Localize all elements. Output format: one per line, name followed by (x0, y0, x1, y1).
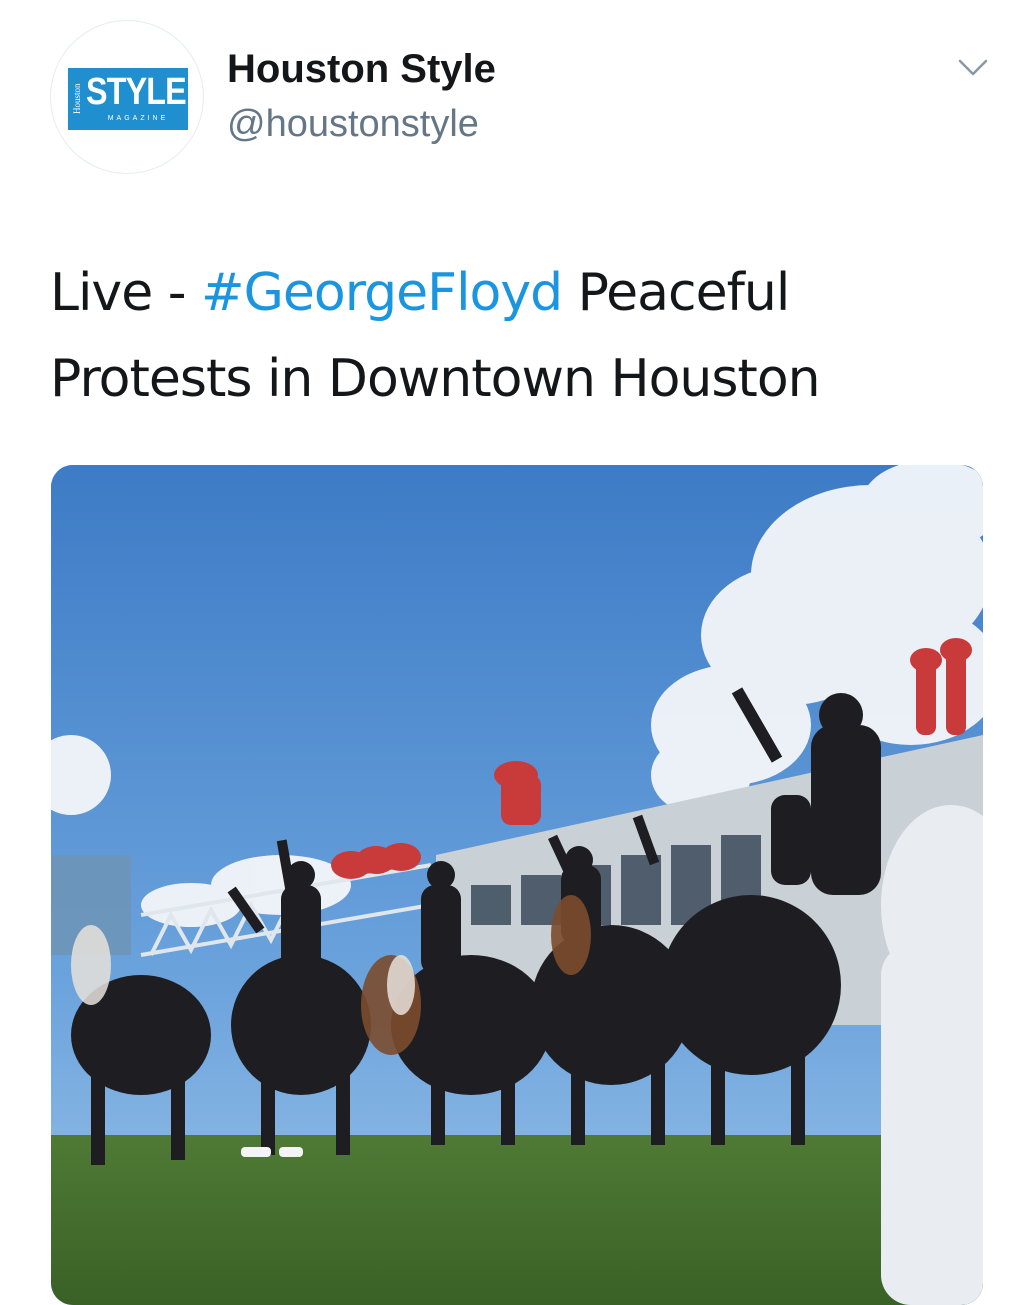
tweet-text: Live - #GeorgeFloyd Peaceful Protests in… (50, 250, 990, 422)
avatar[interactable]: Houston STYLE MAGAZINE (50, 20, 204, 174)
protest-photo (51, 465, 983, 1305)
houston-style-logo: Houston STYLE MAGAZINE (68, 68, 188, 130)
logo-sub-text: MAGAZINE (107, 115, 169, 122)
tweet-text-prefix: Live - (50, 263, 202, 323)
logo-main-text: STYLE (86, 71, 187, 113)
display-name[interactable]: Houston Style (227, 44, 496, 94)
account-handle[interactable]: @houstonstyle (227, 100, 479, 148)
hashtag-link[interactable]: #GeorgeFloyd (201, 263, 563, 323)
tweet-media-video[interactable] (51, 465, 983, 1305)
chevron-down-icon[interactable] (957, 58, 989, 78)
tweet-header: Houston STYLE MAGAZINE Houston Style @ho… (50, 20, 1000, 180)
logo-side-text: Houston (72, 83, 82, 115)
